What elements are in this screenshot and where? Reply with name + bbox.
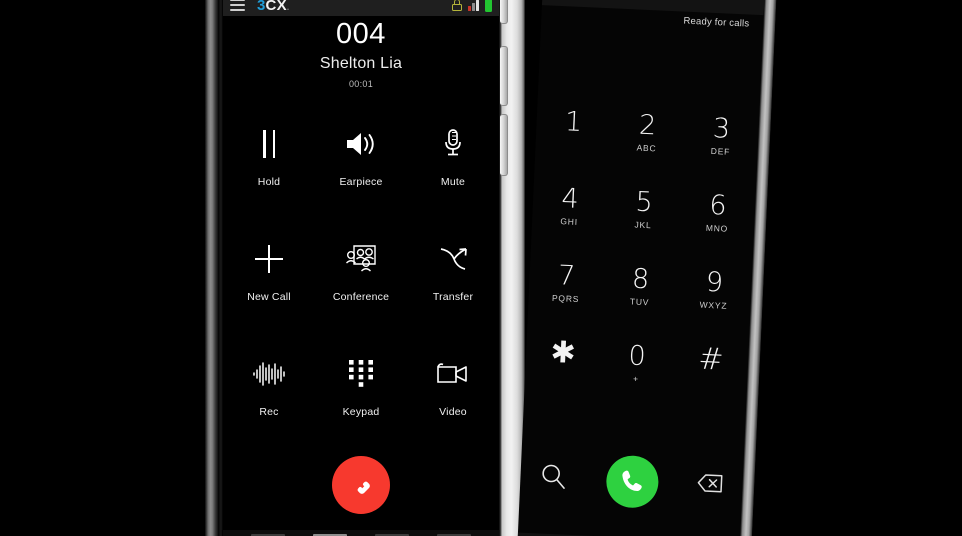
logo-digit: 3: [257, 0, 266, 14]
key-letters: ABC: [636, 142, 657, 154]
key-letters: MNO: [705, 222, 729, 234]
call-handset-icon: [622, 470, 642, 492]
hamburger-menu-icon[interactable]: [230, 0, 245, 11]
key-digit: 6: [708, 189, 728, 222]
phone-left-metal-rail: [205, 0, 218, 536]
dialpad-action-row: [519, 451, 743, 513]
key-digit: 8: [631, 263, 650, 296]
right-phone-device: Ready for calls 1 2 ABC 3 DEF 4 GHI 5 JK…: [510, 0, 778, 536]
control-new-call[interactable]: New Call: [223, 227, 315, 342]
power-button[interactable]: [500, 0, 508, 24]
logo-letters: CX: [265, 0, 287, 14]
call-duration: 00:01: [348, 79, 374, 90]
left-phone-screen: 3CX. 004 Shelton Lia 00:01 Hold Earpiece…: [223, 0, 499, 536]
key-digit: #: [697, 341, 725, 378]
right-android-nav-bar: [516, 532, 740, 536]
app-status-bar: 3CX.: [223, 0, 499, 16]
control-label: New Call: [247, 291, 291, 303]
dialpad-key-9[interactable]: 9 WXYZ: [675, 250, 752, 330]
control-label: Conference: [332, 291, 390, 303]
key-letters: TUV: [629, 296, 650, 308]
transfer-arrow-icon: [424, 235, 482, 283]
key-digit: ✱: [549, 334, 577, 371]
caller-info: 004 Shelton Lia 00:01: [223, 18, 499, 89]
waveform-record-icon: [240, 350, 298, 398]
control-conference[interactable]: Conference: [315, 227, 407, 342]
status-bar-icons: [452, 0, 492, 12]
right-phone-screen: Ready for calls 1 2 ABC 3 DEF 4 GHI 5 JK…: [516, 0, 766, 536]
caller-number: 004: [336, 18, 386, 50]
dialpad-key-1[interactable]: 1: [535, 89, 612, 169]
dialpad-key-5[interactable]: 5 JKL: [605, 169, 682, 249]
plus-icon: [240, 235, 298, 283]
dialpad-grid: 1 2 ABC 3 DEF 4 GHI 5 JKL 6 MNO 7 PQRS 8…: [524, 89, 760, 407]
key-letters: +: [632, 373, 640, 384]
dialpad-key-4[interactable]: 4 GHI: [531, 166, 608, 246]
end-call-button[interactable]: [332, 456, 390, 514]
speaker-icon: [332, 120, 390, 168]
caller-name: Shelton Lia: [319, 55, 403, 73]
key-letters: PQRS: [551, 292, 580, 305]
control-label: Keypad: [342, 406, 380, 418]
key-letters: GHI: [560, 216, 579, 227]
conference-people-icon: [332, 235, 390, 283]
key-letters: WXYZ: [699, 299, 728, 311]
3cx-logo: 3CX.: [257, 0, 290, 13]
control-hold[interactable]: Hold: [223, 112, 315, 227]
screenshot-root: 3CX. 004 Shelton Lia 00:01 Hold Earpiece…: [0, 0, 962, 536]
key-digit: 1: [564, 106, 583, 139]
search-icon: [542, 464, 566, 489]
search-button[interactable]: [539, 461, 568, 495]
battery-icon: [485, 0, 492, 12]
left-phone-device: 3CX. 004 Shelton Lia 00:01 Hold Earpiece…: [205, 0, 525, 536]
control-label: Video: [439, 406, 467, 418]
dialpad-key-2[interactable]: 2 ABC: [609, 92, 686, 172]
video-camera-icon: [424, 350, 482, 398]
control-label: Mute: [440, 176, 466, 188]
key-letters: DEF: [710, 145, 731, 157]
signal-bars-icon: [468, 0, 479, 11]
lock-icon: [452, 0, 463, 11]
control-rec[interactable]: Rec: [223, 342, 315, 457]
key-digit: 0: [627, 340, 647, 373]
control-earpiece[interactable]: Earpiece: [315, 112, 407, 227]
key-digit: 7: [557, 260, 576, 292]
dialpad-key-hash[interactable]: #: [672, 326, 749, 406]
backspace-icon: [697, 473, 723, 492]
control-label: Hold: [257, 176, 281, 188]
key-digit: 2: [638, 109, 657, 142]
control-transfer[interactable]: Transfer: [407, 227, 499, 342]
dialpad-key-8[interactable]: 8 TUV: [602, 246, 679, 326]
key-digit: 9: [705, 266, 724, 299]
volume-up-button[interactable]: [500, 46, 508, 106]
key-letters: JKL: [634, 219, 652, 231]
control-video[interactable]: Video: [407, 342, 499, 457]
microphone-icon: [424, 120, 482, 168]
in-call-controls-grid: Hold Earpiece Mute New Call Conference T…: [223, 112, 499, 457]
key-digit: 5: [634, 186, 654, 219]
logo-dot: .: [286, 1, 290, 12]
control-label: Transfer: [432, 291, 474, 303]
dialpad-key-0[interactable]: 0 +: [598, 323, 675, 403]
control-label: Earpiece: [339, 176, 383, 188]
control-keypad[interactable]: Keypad: [315, 342, 407, 457]
backspace-button[interactable]: [696, 472, 723, 498]
control-mute[interactable]: Mute: [407, 112, 499, 227]
dialpad-key-3[interactable]: 3 DEF: [682, 96, 759, 176]
control-label: Rec: [259, 406, 279, 418]
call-button[interactable]: [605, 454, 660, 509]
ready-status-text: Ready for calls: [683, 15, 750, 30]
android-nav-bar: [223, 530, 499, 536]
dialpad-key-7[interactable]: 7 PQRS: [528, 243, 605, 323]
key-digit: 3: [712, 112, 731, 145]
key-digit: 4: [560, 183, 580, 215]
dialpad-key-star[interactable]: ✱: [524, 320, 601, 400]
dialpad-key-6[interactable]: 6 MNO: [679, 173, 756, 253]
volume-down-button[interactable]: [500, 114, 508, 176]
end-call-handset-icon: [357, 481, 370, 494]
dialpad-dots-icon: [332, 350, 390, 398]
right-phone-status-bar: [541, 0, 766, 16]
pause-icon: [240, 120, 298, 168]
